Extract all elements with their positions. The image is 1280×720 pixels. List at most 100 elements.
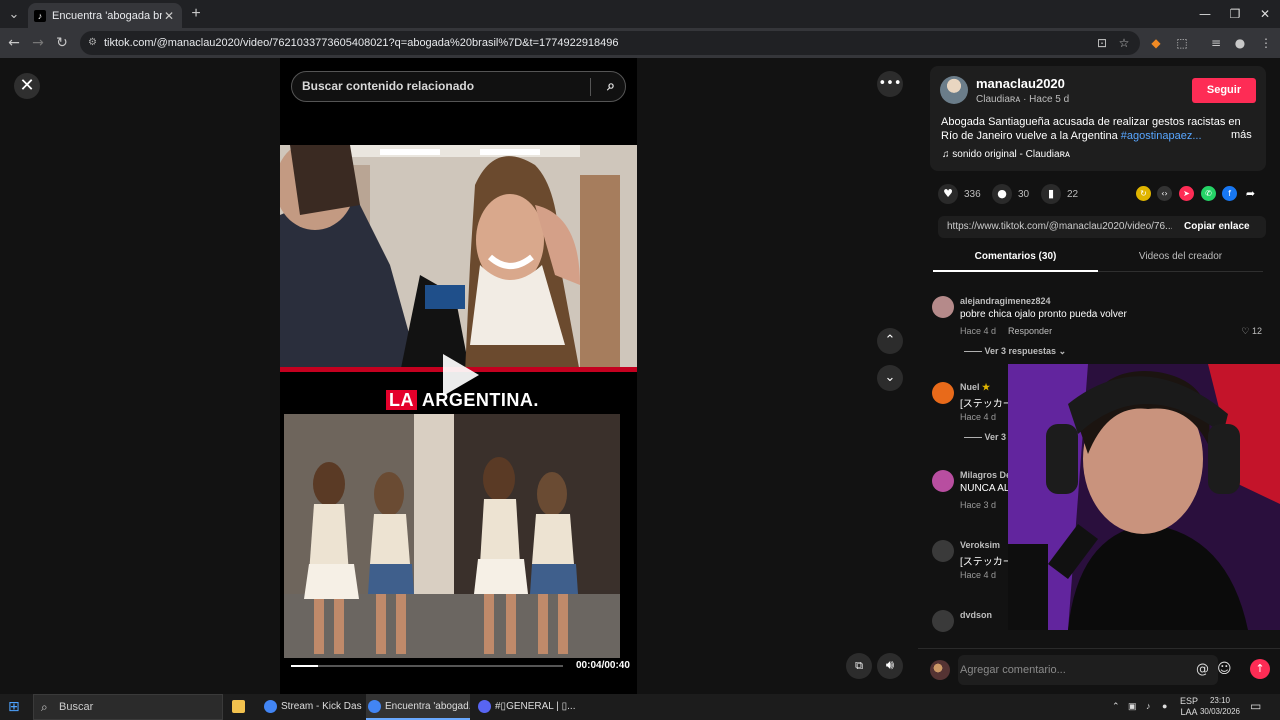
video-frame-bottom: [284, 414, 620, 658]
close-video-button[interactable]: ✕: [14, 73, 40, 99]
play-icon[interactable]: [443, 354, 479, 396]
more-link[interactable]: más: [1231, 129, 1252, 141]
like-stat[interactable]: ♥ 336: [938, 184, 981, 204]
comment-meta: Hace 3 d: [960, 500, 997, 510]
minimize-button[interactable]: —: [1190, 3, 1220, 25]
comment-author[interactable]: dvdson: [960, 610, 992, 620]
whatsapp-icon[interactable]: ✆: [1201, 186, 1216, 201]
video-frame-top: [280, 145, 637, 373]
hashtag-link[interactable]: #agostinapaez...: [1121, 130, 1202, 142]
taskbar-item-stream[interactable]: Stream - Kick Dash...: [262, 694, 362, 720]
streamer-webcam: [1008, 364, 1280, 630]
comment-avatar[interactable]: [932, 296, 954, 318]
browser-tab-title: Encuentra 'abogada brasil)' en: [52, 9, 162, 22]
author-avatar[interactable]: [940, 76, 968, 104]
next-video-button[interactable]: ⌄: [877, 365, 903, 391]
reload-button[interactable]: ↻: [52, 33, 72, 53]
repost-icon[interactable]: ↻: [1136, 186, 1151, 201]
browser-tab-bar: ⌄ ♪ Encuentra 'abogada brasil)' en ✕ + —…: [0, 0, 1280, 28]
comment-text: [ステッカー: [960, 399, 1013, 410]
windows-start-icon[interactable]: ⊞: [8, 699, 24, 715]
forward-button[interactable]: →: [28, 33, 48, 53]
extensions-puzzle-icon[interactable]: ⬚: [1172, 33, 1192, 53]
previous-video-button[interactable]: ⌃: [877, 328, 903, 354]
comment-input[interactable]: Agregar comentario...: [958, 655, 1218, 685]
share-arrow-icon[interactable]: ➦: [1243, 186, 1258, 201]
browser-tab[interactable]: ♪ Encuentra 'abogada brasil)' en ✕: [28, 3, 182, 28]
install-app-icon[interactable]: ⊡: [1092, 33, 1112, 53]
volume-icon[interactable]: 🔊︎: [877, 653, 903, 679]
comment-composer: Agregar comentario... @ ☺ ↑: [918, 648, 1280, 694]
send-icon[interactable]: ➤: [1179, 186, 1194, 201]
windows-taskbar: ⊞ ⌕ Buscar Stream - Kick Dash... Encuent…: [0, 694, 1280, 720]
view-replies-button[interactable]: —— Ver 3 respuestas ⌄: [964, 346, 1066, 357]
comment-author[interactable]: Nuel ★: [960, 382, 990, 393]
video-info-card: manaclau2020 Claudiaʀᴀ · Hace 5 d Seguir…: [930, 66, 1266, 171]
address-bar[interactable]: ⚙ tiktok.com/@manaclau2020/video/7621033…: [80, 31, 1140, 55]
profile-avatar-icon[interactable]: ●: [1230, 33, 1250, 53]
comment-author[interactable]: Milagros De: [960, 470, 1011, 480]
extension-icon[interactable]: ◆: [1146, 33, 1166, 53]
embed-icon[interactable]: ‹›: [1157, 186, 1172, 201]
bookmark-star-icon[interactable]: ☆: [1114, 33, 1134, 53]
chrome-menu-icon[interactable]: ⋮: [1256, 33, 1276, 53]
emoji-icon[interactable]: ☺: [1217, 661, 1232, 677]
tab-comments[interactable]: Comentarios (30): [933, 246, 1098, 272]
author-subline: Claudiaʀᴀ · Hace 5 d: [976, 94, 1070, 105]
comment-avatar[interactable]: [932, 470, 954, 492]
save-stat[interactable]: ▮ 22: [1041, 184, 1078, 204]
taskbar-item-discord[interactable]: #▯GENERAL | ▯...: [476, 694, 580, 720]
author-username[interactable]: manaclau2020: [976, 76, 1065, 91]
video-player[interactable]: Buscar contenido relacionado ⌕ LA ARGENT…: [280, 58, 637, 694]
chrome-icon: [264, 700, 277, 713]
comment-likes[interactable]: ♡ 12: [1241, 326, 1262, 337]
video-progress-bar[interactable]: [291, 665, 563, 667]
taskbar-search[interactable]: ⌕ Buscar: [33, 694, 223, 720]
comment-author[interactable]: Veroksim: [960, 540, 1000, 550]
restore-button[interactable]: ❐: [1220, 3, 1250, 25]
comment-meta: Hace 4 dR: [960, 412, 1015, 422]
more-options-icon[interactable]: •••: [877, 71, 903, 97]
chrome-icon: [368, 700, 381, 713]
back-button[interactable]: ←: [4, 33, 24, 53]
related-search-input[interactable]: Buscar contenido relacionado ⌕: [291, 71, 626, 102]
comment-stat[interactable]: ● 30: [992, 184, 1029, 204]
tab-search-list-icon[interactable]: ≡: [1206, 33, 1226, 53]
tab-creator-videos[interactable]: Videos del creador: [1098, 246, 1263, 272]
microphone-icon[interactable]: ●: [1162, 701, 1167, 711]
facebook-icon[interactable]: f: [1222, 186, 1237, 201]
comment-avatar[interactable]: [932, 610, 954, 632]
url-text: tiktok.com/@manaclau2020/video/762103377…: [104, 37, 619, 49]
reply-button[interactable]: Responder: [1008, 326, 1052, 336]
follow-button[interactable]: Seguir: [1192, 78, 1256, 103]
tab-search-icon[interactable]: ⌄: [4, 4, 24, 24]
comment-icon: ●: [992, 184, 1012, 204]
comment-text: [ステッカー: [960, 557, 1013, 568]
tray-chevron-icon[interactable]: ⌃: [1112, 701, 1120, 712]
mention-icon[interactable]: @: [1196, 662, 1209, 677]
browser-toolbar: ← → ↻ ⚙ tiktok.com/@manaclau2020/video/7…: [0, 28, 1280, 58]
tray-app-icon[interactable]: ▣: [1128, 701, 1137, 712]
search-icon[interactable]: ⌕: [607, 72, 615, 101]
picture-in-picture-icon[interactable]: ⧉: [846, 653, 872, 679]
volume-tray-icon[interactable]: ♪: [1146, 701, 1151, 711]
copy-link-button[interactable]: Copiar enlace: [1184, 221, 1250, 232]
comment-text: NUNCA AL: [960, 483, 1010, 494]
site-info-icon[interactable]: ⚙: [88, 31, 97, 55]
comment-author[interactable]: alejandragimenez824: [960, 296, 1051, 306]
panel-tabs: Comentarios (30) Videos del creador: [933, 246, 1263, 272]
comment-meta: Hace 4 d Responder: [960, 326, 1053, 336]
new-tab-button[interactable]: +: [186, 4, 206, 24]
comment-avatar[interactable]: [932, 382, 954, 404]
taskbar-item-encuentra[interactable]: Encuentra 'abogad...: [366, 694, 470, 720]
notifications-icon[interactable]: ▭: [1250, 699, 1261, 713]
file-explorer-icon[interactable]: [230, 694, 254, 720]
music-note-icon: ♫: [942, 149, 953, 160]
view-replies-button[interactable]: —— Ver 3: [964, 432, 1006, 442]
music-info[interactable]: ♫ sonido original - Claudiaʀᴀ: [942, 149, 1070, 160]
send-comment-icon[interactable]: ↑: [1250, 659, 1270, 679]
close-tab-icon[interactable]: ✕: [162, 9, 176, 23]
taskbar-clock[interactable]: 23:10 30/03/2026: [1196, 695, 1244, 717]
close-window-button[interactable]: ✕: [1250, 3, 1280, 25]
comment-avatar[interactable]: [932, 540, 954, 562]
